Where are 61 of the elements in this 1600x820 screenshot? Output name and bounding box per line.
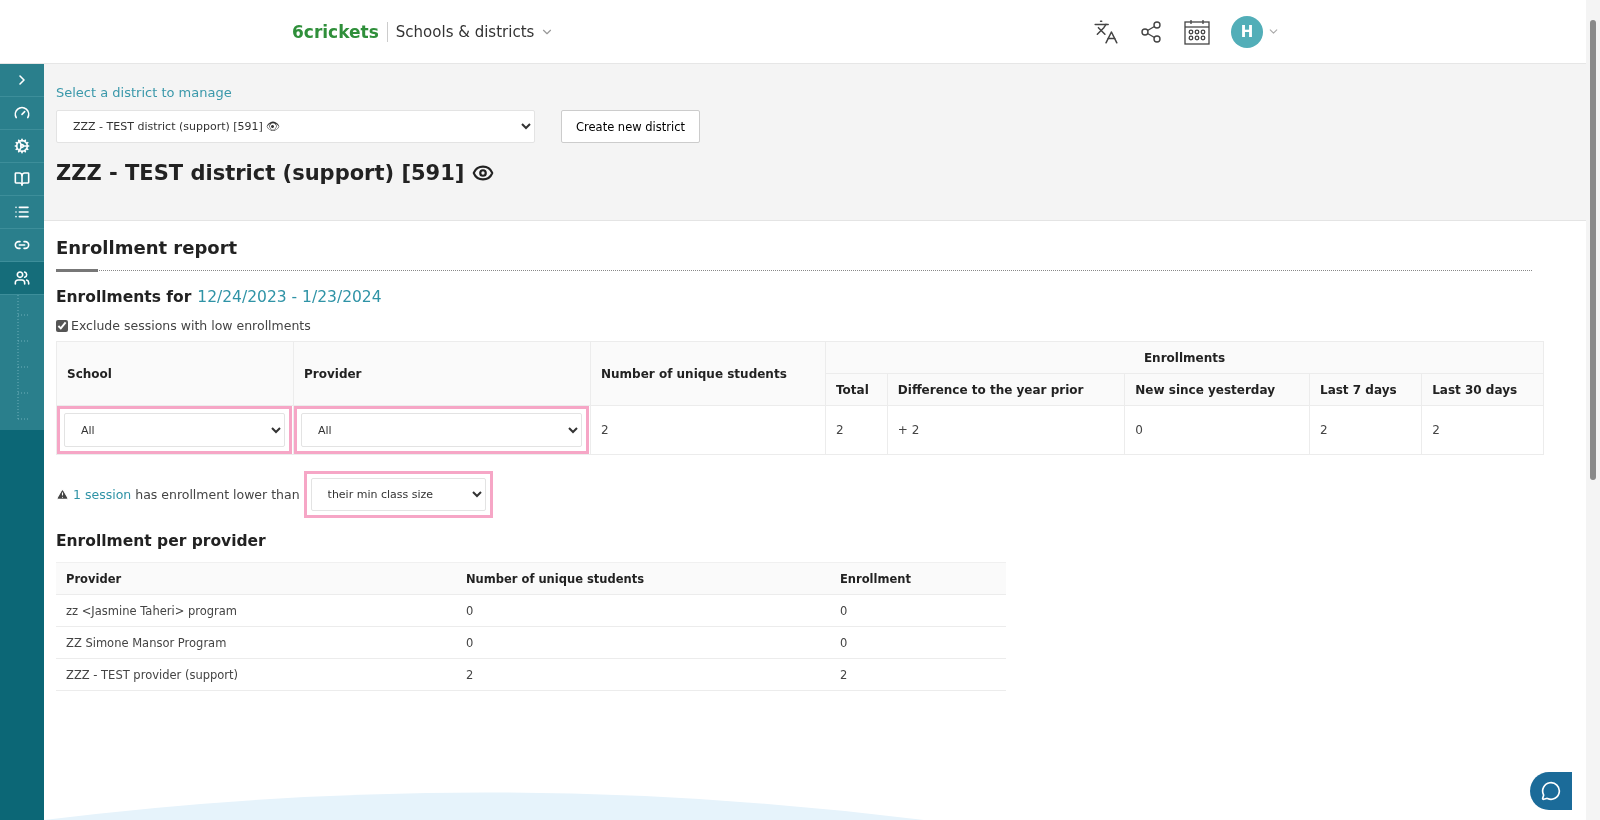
list-icon <box>14 204 30 220</box>
create-district-button[interactable]: Create new district <box>561 110 701 143</box>
chat-button[interactable] <box>1530 772 1572 810</box>
table-cell: 0 <box>456 594 830 627</box>
table-cell: 2 <box>456 658 830 691</box>
column-header: Last 30 days <box>1421 373 1544 406</box>
table-cell: 2 <box>830 658 1006 691</box>
column-header: Enrollments <box>825 341 1544 374</box>
column-header: Provider <box>293 341 591 406</box>
sidebar-item[interactable] <box>0 97 44 130</box>
gears-icon <box>14 138 30 154</box>
table-cell: ZZ Simone Mansor Program <box>56 626 456 659</box>
section-title: Enrollment per provider <box>56 532 267 550</box>
gauge-icon <box>14 105 30 121</box>
table-cell: zz <Jasmine Taheri> program <box>56 594 456 627</box>
table-cell: 2 <box>590 405 826 455</box>
filter-select[interactable]: All <box>301 413 582 447</box>
column-header: School <box>56 341 294 406</box>
column-header: Number of unique students <box>456 562 830 595</box>
column-header: Enrollment <box>830 562 1006 595</box>
table-cell: ZZZ - TEST provider (support) <box>56 658 456 691</box>
table-cell: 0 <box>830 626 1006 659</box>
table-cell: 2 <box>1421 405 1544 455</box>
column-header: Last 7 days <box>1309 373 1422 406</box>
column-header: Provider <box>56 562 456 595</box>
scrollbar[interactable] <box>1586 0 1600 820</box>
threshold-select[interactable]: their min class size <box>310 478 486 511</box>
warning-icon <box>56 488 69 501</box>
table-cell: + 2 <box>887 405 1125 455</box>
translate-icon[interactable] <box>1093 18 1119 45</box>
sidebar-item[interactable] <box>0 163 44 196</box>
column-header: New since yesterday <box>1124 373 1310 406</box>
column-header: Total <box>825 373 888 406</box>
table-cell: 0 <box>1124 405 1310 455</box>
table-cell: 0 <box>456 626 830 659</box>
share-icon[interactable] <box>1139 19 1163 44</box>
column-header: Number of unique students <box>590 341 826 406</box>
table-cell: 2 <box>825 405 888 455</box>
period-label: Enrollments for <box>56 288 192 306</box>
date-range-link[interactable]: 12/24/2023 - 1/23/2024 <box>197 288 382 306</box>
sidebar-item[interactable] <box>0 196 44 229</box>
users-icon <box>14 270 30 286</box>
sidebar-item[interactable] <box>0 229 44 262</box>
exclude-checkbox[interactable] <box>56 319 68 332</box>
logo[interactable]: 6crickets <box>292 21 388 42</box>
section-dropdown[interactable]: Schools & districts <box>395 22 555 41</box>
checkbox-label: Exclude sessions with low enrollments <box>71 318 311 333</box>
table-cell: 2 <box>1309 405 1422 455</box>
warning-text: has enrollment lower than <box>135 487 300 502</box>
sidebar-item[interactable] <box>0 262 44 295</box>
filter-select[interactable]: All <box>64 413 285 447</box>
district-select[interactable]: ZZZ - TEST district (support) [591] 👁 <box>56 110 535 143</box>
table-cell: 0 <box>830 594 1006 627</box>
book-icon <box>14 171 30 187</box>
chat-icon <box>1541 781 1561 801</box>
section-title: Enrollment report <box>56 237 239 258</box>
session-link[interactable]: 1 session <box>73 487 132 502</box>
sidebar-item[interactable] <box>0 130 44 163</box>
calendar-icon[interactable] <box>1183 17 1211 46</box>
column-header: Difference to the year prior <box>887 373 1125 406</box>
district-title: ZZZ - TEST district (support) [591] <box>56 161 465 185</box>
